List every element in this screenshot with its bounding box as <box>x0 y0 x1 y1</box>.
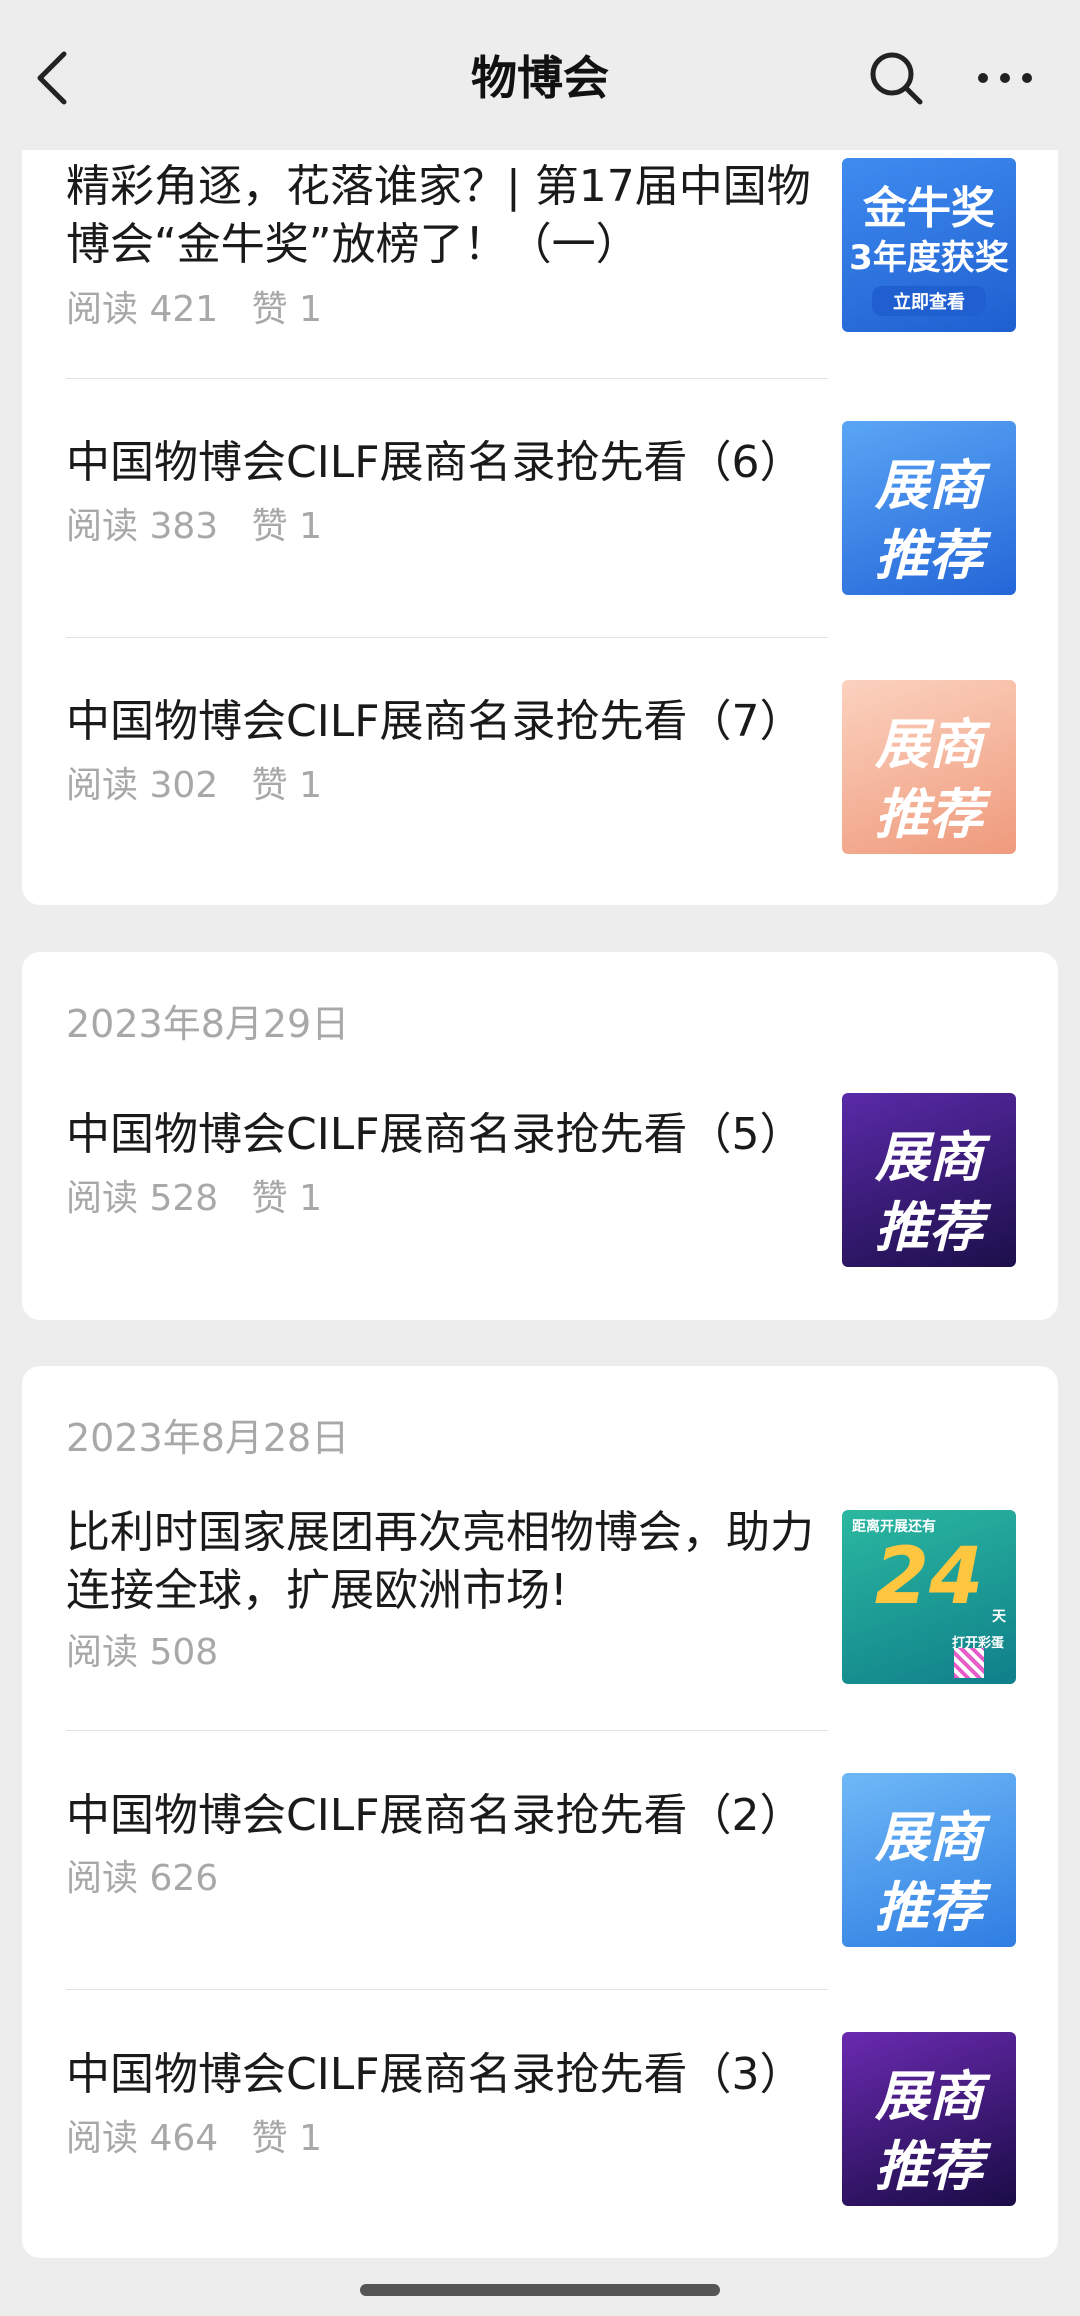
thumbnail-text: 推荐 <box>875 524 983 587</box>
article-thumbnail: 展商 推荐 <box>842 680 1016 854</box>
article-group-card: 精彩角逐，花落谁家？| 第17届中国物博会“金牛奖”放榜了！（一） 阅读 421… <box>22 120 1058 905</box>
article-thumbnail: 金牛奖 3年度获奖 立即查看 <box>842 158 1016 332</box>
like-count: 赞 1 <box>251 289 322 330</box>
read-count: 阅读 528 <box>66 1178 219 1219</box>
article-item[interactable]: 中国物博会CILF展商名录抢先看（2） 阅读 626 展商 推荐 <box>22 1731 1058 1989</box>
article-meta: 阅读 464 赞 1 <box>66 2116 344 2162</box>
article-meta: 阅读 508 <box>66 1630 240 1676</box>
article-thumbnail: 距离开展还有 24 天 打开彩蛋 <box>842 1510 1016 1684</box>
article-meta: 阅读 528 赞 1 <box>66 1176 344 1222</box>
article-thumbnail: 展商 推荐 <box>842 1093 1016 1267</box>
like-count: 赞 1 <box>251 765 322 806</box>
thumbnail-text: 推荐 <box>875 2135 983 2198</box>
article-group-card: 2023年8月29日 中国物博会CILF展商名录抢先看（5） 阅读 528 赞 … <box>22 952 1058 1320</box>
more-dots-icon[interactable] <box>975 66 1035 90</box>
article-item[interactable]: 中国物博会CILF展商名录抢先看（7） 阅读 302 赞 1 展商 推荐 <box>22 638 1058 905</box>
article-item[interactable]: 比利时国家展团再次亮相物博会，助力连接全球，扩展欧洲市场! 阅读 508 距离开… <box>22 1476 1058 1740</box>
thumbnail-text: 天 <box>992 1609 1006 1625</box>
article-item[interactable]: 精彩角逐，花落谁家？| 第17届中国物博会“金牛奖”放榜了！（一） 阅读 421… <box>22 120 1058 378</box>
article-meta: 阅读 421 赞 1 <box>66 287 344 333</box>
article-meta: 阅读 626 <box>66 1856 240 1902</box>
article-title: 中国物博会CILF展商名录抢先看（6） <box>66 437 804 488</box>
thumbnail-text: 展商 <box>875 1126 983 1189</box>
article-title: 中国物博会CILF展商名录抢先看（2） <box>66 1790 804 1841</box>
article-meta: 阅读 302 赞 1 <box>66 763 344 809</box>
read-count: 阅读 421 <box>66 289 219 330</box>
read-count: 阅读 302 <box>66 765 219 806</box>
article-thumbnail: 展商 推荐 <box>842 2032 1016 2206</box>
article-title: 比利时国家展团再次亮相物博会，助力连接全球，扩展欧洲市场! <box>66 1507 814 1616</box>
article-thumbnail: 展商 推荐 <box>842 1773 1016 1947</box>
qr-code-image <box>954 1648 984 1678</box>
article-item[interactable]: 中国物博会CILF展商名录抢先看（5） 阅读 528 赞 1 展商 推荐 <box>22 1062 1058 1320</box>
article-title: 中国物博会CILF展商名录抢先看（3） <box>66 2049 804 2100</box>
top-nav-bar: 物博会 <box>0 0 1080 150</box>
article-item[interactable]: 中国物博会CILF展商名录抢先看（3） 阅读 464 赞 1 展商 推荐 <box>22 1990 1058 2258</box>
thumbnail-text: 展商 <box>875 713 983 776</box>
thumbnail-text: 推荐 <box>875 1876 983 1939</box>
thumbnail-text: 展商 <box>875 2065 983 2128</box>
read-count: 阅读 508 <box>66 1632 219 1673</box>
thumbnail-text: 推荐 <box>875 783 983 846</box>
date-header: 2023年8月29日 <box>66 1002 350 1046</box>
read-count: 阅读 383 <box>66 506 219 547</box>
thumbnail-text: 立即查看 <box>872 286 986 316</box>
read-count: 阅读 464 <box>66 2118 219 2159</box>
search-icon[interactable] <box>866 48 926 108</box>
like-count: 赞 1 <box>251 2118 322 2159</box>
thumbnail-text: 展商 <box>875 1806 983 1869</box>
article-title: 中国物博会CILF展商名录抢先看（7） <box>66 696 804 747</box>
like-count: 赞 1 <box>251 1178 322 1219</box>
thumbnail-text: 展商 <box>875 454 983 517</box>
thumbnail-text: 3年度获奖 <box>849 238 1009 278</box>
home-indicator[interactable] <box>360 2284 720 2296</box>
article-title: 中国物博会CILF展商名录抢先看（5） <box>66 1109 804 1160</box>
like-count: 赞 1 <box>251 506 322 547</box>
date-header: 2023年8月28日 <box>66 1416 350 1460</box>
article-item[interactable]: 中国物博会CILF展商名录抢先看（6） 阅读 383 赞 1 展商 推荐 <box>22 379 1058 637</box>
article-title: 精彩角逐，花落谁家？| 第17届中国物博会“金牛奖”放榜了！（一） <box>66 161 811 270</box>
thumbnail-text: 推荐 <box>875 1196 983 1259</box>
thumbnail-text: 金牛奖 <box>863 183 995 234</box>
article-thumbnail: 展商 推荐 <box>842 421 1016 595</box>
article-group-card: 2023年8月28日 比利时国家展团再次亮相物博会，助力连接全球，扩展欧洲市场!… <box>22 1366 1058 2258</box>
article-meta: 阅读 383 赞 1 <box>66 504 344 550</box>
read-count: 阅读 626 <box>66 1858 219 1899</box>
